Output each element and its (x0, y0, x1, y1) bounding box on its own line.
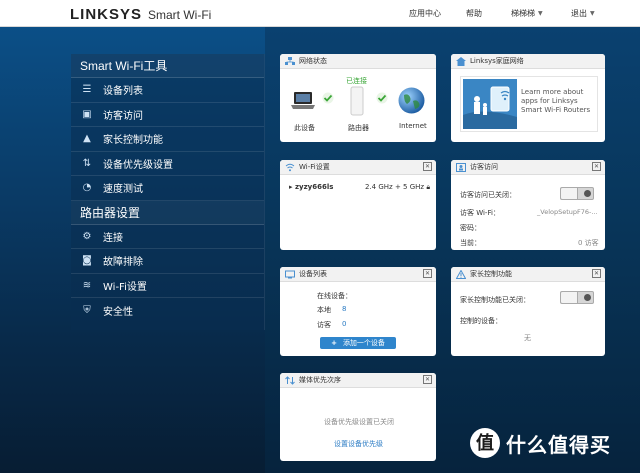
app-promo-text: Learn more about apps for Linksys Smart … (521, 88, 591, 114)
local-label: 本地 (317, 306, 331, 314)
media-priority-card[interactable]: 媒体优先次序 ✕ 设备优先级设置已关闭 设置设备优先级 (280, 373, 436, 461)
guest-access-card[interactable]: 访客访问 ✕ 访客访问已关闭： 访客 Wi-Fi： _VelopSetupF76… (451, 160, 605, 250)
family-illustration-icon (463, 79, 517, 129)
router-icon (350, 86, 364, 116)
card-title: 媒体优先次序 ✕ (280, 373, 436, 388)
watermark-text: 什么值得买 (506, 432, 611, 457)
chevron-down-icon: ▼ (538, 10, 543, 17)
sidebar-item-speed-test[interactable]: ◔ 速度测试 (71, 176, 264, 201)
network-icon (285, 57, 295, 65)
nav-logout[interactable]: 退出 ▼ (571, 8, 595, 19)
nav-help[interactable]: 帮助 (466, 8, 482, 19)
priority-icon (285, 376, 295, 385)
sidebar-section-router: 路由器设置 (71, 200, 264, 225)
warning-icon: ▲ (83, 133, 91, 145)
parental-status-label: 家长控制功能已关闭： (460, 296, 530, 304)
watermark: 值 什么值得买 (470, 428, 611, 458)
connected-label: 已连接 (346, 77, 367, 85)
check-icon (322, 92, 334, 104)
router-label: 路由器 (348, 124, 369, 132)
guest-wifi-label: 访客 Wi-Fi： (460, 209, 500, 217)
device-list-card[interactable]: 设备列表 ✕ 在线设备： 本地 8 访客 0 + 添加一个设备 (280, 267, 436, 356)
nav-user-menu[interactable]: 梯梯梯 ▼ (511, 8, 543, 19)
close-icon[interactable]: ✕ (592, 162, 601, 171)
card-title: 访客访问 ✕ (451, 160, 605, 175)
priority-icon: ⇅ (82, 157, 92, 169)
laptop-icon (291, 92, 315, 109)
app-promo-banner[interactable]: Learn more about apps for Linksys Smart … (460, 76, 598, 132)
globe-icon (398, 87, 425, 114)
watermark-logo: 值 (470, 428, 500, 458)
guest-wifi-value: _VelopSetupF76-... (537, 208, 598, 216)
parental-controls-card[interactable]: 家长控制功能 ✕ 家长控制功能已关闭： 控制的设备： 无 (451, 267, 605, 356)
close-icon[interactable]: ✕ (423, 269, 432, 278)
linksys-logo[interactable]: LINKSYS (70, 6, 142, 23)
close-icon[interactable]: ✕ (423, 162, 432, 171)
toggle-thumb (561, 292, 578, 303)
chevron-down-icon: ▼ (590, 10, 595, 17)
house-icon (456, 57, 466, 66)
toggle-knob (584, 190, 591, 197)
guest-current-value: 0 访客 (578, 239, 599, 247)
close-icon[interactable]: ✕ (592, 269, 601, 278)
camera-icon: ◙ (82, 255, 92, 267)
linksys-app-card[interactable]: Linksys家庭网络 Learn more about apps for Li… (451, 54, 605, 142)
no-devices-text: 无 (524, 334, 531, 342)
online-devices-label: 在线设备： (317, 292, 352, 300)
network-status-card[interactable]: 网络状态 已连接 此设备 路由器 Internet (280, 54, 436, 142)
guest-password-label: 密码： (460, 224, 481, 232)
device-list-icon (285, 270, 295, 279)
warning-icon (456, 270, 466, 279)
parental-controls-toggle[interactable] (560, 291, 594, 304)
bands-label: 2.4 GHz + 5 GHz 🔒︎ (365, 183, 431, 191)
guest-count[interactable]: 0 (342, 320, 346, 328)
guest-current-label: 当前： (460, 239, 481, 247)
this-device-label: 此设备 (294, 124, 315, 132)
card-title: Wi-Fi设置 ✕ (280, 160, 436, 175)
nav-app-center[interactable]: 应用中心 (409, 8, 441, 19)
controlled-devices-label: 控制的设备： (460, 317, 502, 325)
wifi-icon: ≋ (82, 279, 92, 291)
sidebar-item-device-list[interactable]: ☰ 设备列表 (71, 78, 264, 103)
internet-label: Internet (399, 122, 427, 130)
sidebar-item-parental-controls[interactable]: ▲ 家长控制功能 (71, 127, 264, 152)
card-title: Linksys家庭网络 (451, 54, 605, 69)
add-device-button[interactable]: + 添加一个设备 (320, 337, 396, 349)
local-count[interactable]: 8 (342, 305, 346, 313)
top-header: LINKSYS Smart Wi-Fi 应用中心 帮助 梯梯梯 ▼ 退出 ▼ (0, 0, 640, 27)
close-icon[interactable]: ✕ (423, 375, 432, 384)
sidebar: Smart Wi-Fi工具 ☰ 设备列表 ▣ 访客访问 ▲ 家长控制功能 ⇅ 设备优先级… (71, 54, 265, 330)
guest-access-toggle[interactable] (560, 187, 594, 200)
sidebar-item-connectivity[interactable]: ⚙ 连接 (71, 225, 264, 249)
check-icon (376, 92, 388, 104)
guest-access-icon: ▣ (82, 108, 92, 120)
speed-test-icon: ◔ (82, 182, 92, 194)
sidebar-item-wifi-settings[interactable]: ≋ Wi-Fi设置 (71, 274, 264, 298)
device-list-icon: ☰ (82, 84, 92, 96)
card-title: 家长控制功能 ✕ (451, 267, 605, 282)
guest-access-icon (456, 163, 466, 172)
wifi-icon (285, 163, 295, 172)
set-priority-link[interactable]: 设置设备优先级 (334, 439, 383, 449)
sidebar-item-guest-access[interactable]: ▣ 访客访问 (71, 103, 264, 127)
sidebar-item-device-priority[interactable]: ⇅ 设备优先级设置 (71, 152, 264, 176)
shield-icon: ⛨ (83, 304, 91, 316)
card-title: 网络状态 (280, 54, 436, 69)
sidebar-item-troubleshooting[interactable]: ◙ 故障排除 (71, 249, 264, 274)
lock-icon: 🔒︎ (426, 183, 431, 191)
guest-status-label: 访客访问已关闭： (460, 191, 516, 199)
wifi-settings-card[interactable]: Wi-Fi设置 ✕ ▸ zyzy666ls 2.4 GHz + 5 GHz 🔒︎ (280, 160, 436, 250)
toggle-thumb (561, 188, 578, 199)
sidebar-item-security[interactable]: ⛨ 安全性 (71, 298, 264, 323)
sidebar-section-tools: Smart Wi-Fi工具 (71, 54, 264, 78)
ssid-row[interactable]: ▸ zyzy666ls (289, 183, 333, 191)
guest-label: 访客 (317, 321, 331, 329)
connectivity-icon: ⚙ (82, 230, 92, 242)
plus-icon: + (331, 339, 337, 347)
toggle-knob (584, 294, 591, 301)
priority-status-text: 设备优先级设置已关闭 (324, 418, 394, 426)
card-title: 设备列表 ✕ (280, 267, 436, 282)
app-name: Smart Wi-Fi (148, 8, 212, 22)
